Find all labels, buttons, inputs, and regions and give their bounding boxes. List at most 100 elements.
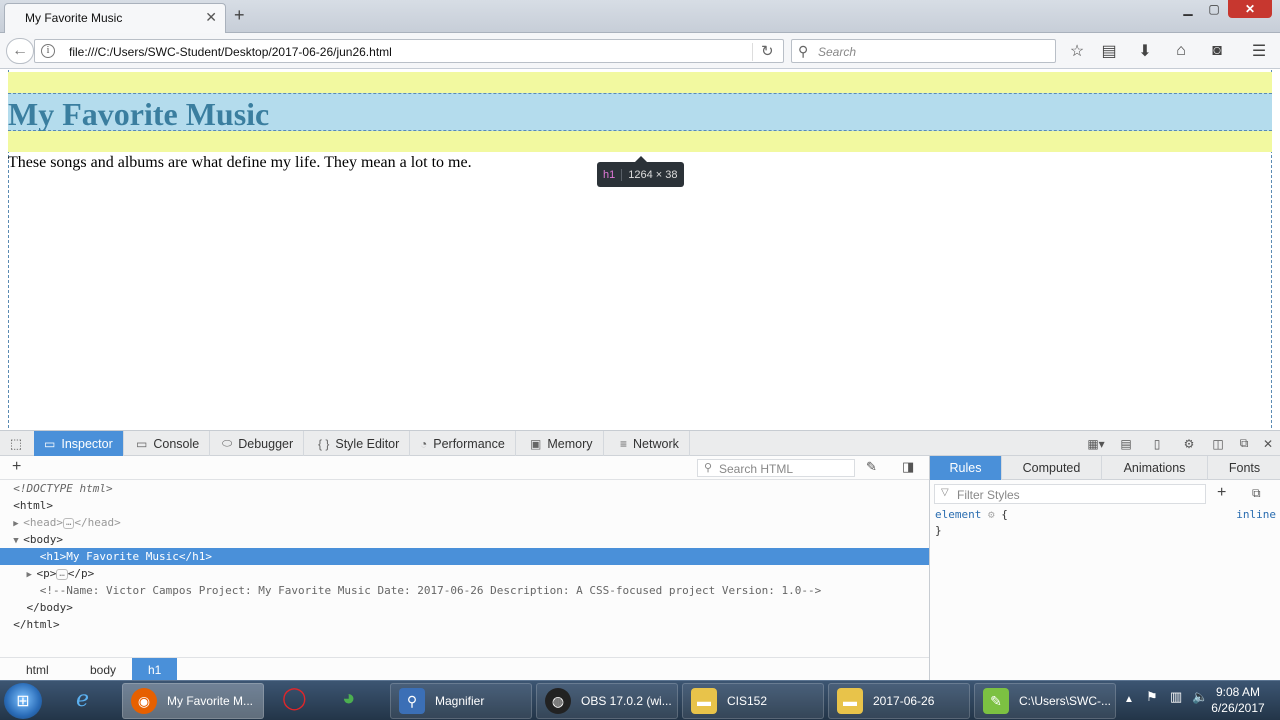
rule-source-link[interactable]: inline xyxy=(1236,508,1276,521)
tab-memory[interactable]: ▣ Memory xyxy=(520,431,604,456)
ellipsis-icon[interactable]: … xyxy=(56,569,68,580)
close-devtools-icon[interactable]: ✕ xyxy=(1256,431,1280,456)
markup-p[interactable]: ▶ <p>… </p> xyxy=(0,565,929,582)
rule-gear-icon[interactable]: ⚙ xyxy=(988,508,995,521)
network-tray-icon[interactable]: ▥ xyxy=(1170,689,1182,705)
reading-list-icon[interactable]: ▤ xyxy=(1096,39,1122,63)
taskbar-button-notepadpp[interactable]: ✎ C:\Users\SWC-... xyxy=(974,683,1116,719)
tab-debugger[interactable]: ⬭ Debugger xyxy=(212,431,305,456)
undock-icon[interactable]: ⧉ xyxy=(1232,431,1256,456)
performance-icon: ◔ xyxy=(420,436,428,451)
toggle-pseudo-classes-icon[interactable]: ⧉ xyxy=(1252,486,1261,501)
markup-body-open[interactable]: ▼ <body> xyxy=(0,531,929,548)
head-tag: <head> xyxy=(23,516,63,529)
add-rule-icon[interactable]: + xyxy=(1217,484,1226,502)
split-console-icon[interactable]: ▦▾ xyxy=(1084,431,1108,456)
internet-explorer-icon[interactable]: ℯ xyxy=(76,686,89,712)
tab-console[interactable]: ▭ Console xyxy=(126,431,211,456)
tab-style-editor[interactable]: { } Style Editor xyxy=(308,431,411,456)
tab-label: Debugger xyxy=(238,436,294,451)
chrome-icon[interactable]: ◕ xyxy=(342,685,355,711)
markup-html-open[interactable]: <html> xyxy=(0,497,929,514)
breadcrumb-body[interactable]: body xyxy=(74,658,132,682)
eyedropper-icon[interactable]: ✎ xyxy=(866,459,877,475)
h1-margin-bottom-highlight xyxy=(8,131,1272,152)
markup-h1-selected[interactable]: <h1>My Favorite Music</h1> xyxy=(0,548,929,565)
rule-open-brace: { xyxy=(1001,508,1008,521)
search-input[interactable]: ⚲ Search xyxy=(791,39,1056,63)
search-placeholder: Search xyxy=(818,45,857,59)
obs-icon: ◍ xyxy=(545,688,571,714)
html-close-tag: </html> xyxy=(13,618,60,631)
markup-html-close[interactable]: </html> xyxy=(0,616,929,633)
taskbar-button-firefox[interactable]: ◉ My Favorite M... xyxy=(122,683,264,719)
ellipsis-icon[interactable]: … xyxy=(63,518,75,529)
tab-performance[interactable]: ◔ Performance xyxy=(410,431,516,456)
rule-close-brace: } xyxy=(935,524,942,537)
menu-icon[interactable]: ☰ xyxy=(1246,39,1272,63)
tooltip-tag: h1 xyxy=(603,168,623,181)
taskbar: ⊞ ℯ ◉ My Favorite M... ◯ ◕ ⚲ Magnifier ◍… xyxy=(0,680,1280,720)
bookmark-star-icon[interactable]: ☆ xyxy=(1064,39,1090,63)
tab-computed[interactable]: Computed xyxy=(1002,456,1102,480)
markup-body-close[interactable]: </body> xyxy=(0,599,929,616)
info-icon[interactable]: i xyxy=(41,44,55,58)
responsive-design-icon[interactable]: ▯ xyxy=(1145,431,1169,456)
h1-tag: <h1>My Favorite Music</h1> xyxy=(39,550,212,563)
pocket-icon[interactable]: ◙ xyxy=(1204,39,1230,63)
new-tab-icon[interactable]: + xyxy=(234,5,245,26)
taskbar-label: OBS 17.0.2 (wi... xyxy=(581,694,672,708)
element-info-tooltip: h1 1264 × 38 xyxy=(597,156,684,187)
markup-head[interactable]: ▶ <head>… </head> xyxy=(0,514,929,531)
breadcrumb-h1[interactable]: h1 xyxy=(132,658,178,682)
settings-gear-icon[interactable]: ⚙ xyxy=(1177,431,1201,456)
tab-fonts[interactable]: Fonts xyxy=(1208,456,1280,480)
search-html-input[interactable]: ⚲ Search HTML xyxy=(697,459,855,477)
rule-selector[interactable]: element xyxy=(935,508,981,521)
taskbar-button-folder-2017-06-26[interactable]: ▬ 2017-06-26 xyxy=(828,683,970,719)
breadcrumb-html[interactable]: html xyxy=(10,658,65,682)
markup-doctype[interactable]: <!DOCTYPE html> xyxy=(0,480,929,497)
element-picker-icon[interactable]: ⬚ xyxy=(0,431,32,456)
close-tab-icon[interactable]: ✕ xyxy=(205,9,217,26)
start-button[interactable]: ⊞ xyxy=(4,683,42,719)
tab-animations[interactable]: Animations xyxy=(1102,456,1208,480)
system-clock[interactable]: 9:08 AM 6/26/2017 xyxy=(1200,684,1276,716)
dock-side-icon[interactable]: ◫ xyxy=(1206,431,1230,456)
taskbar-button-magnifier[interactable]: ⚲ Magnifier xyxy=(390,683,532,719)
maximize-window-button[interactable]: ▢ xyxy=(1202,0,1226,18)
toggle-sidebar-icon[interactable]: ◨ xyxy=(902,459,914,475)
downloads-icon[interactable]: ⬇ xyxy=(1132,39,1158,63)
taskbar-label: Magnifier xyxy=(435,694,485,708)
tab-rules[interactable]: Rules xyxy=(930,456,1002,480)
url-bar[interactable]: i file:///C:/Users/SWC-Student/Desktop/2… xyxy=(34,39,784,63)
debugger-icon: ⬭ xyxy=(222,436,233,450)
url-text[interactable]: file:///C:/Users/SWC-Student/Desktop/201… xyxy=(69,45,392,59)
back-arrow-icon[interactable]: ← xyxy=(6,38,34,64)
taskbar-button-cis152[interactable]: ▬ CIS152 xyxy=(682,683,824,719)
action-center-flag-icon[interactable]: ⚑ xyxy=(1146,689,1158,705)
tab-network[interactable]: ≡ Network xyxy=(610,431,690,456)
scratchpad-icon[interactable]: ▤ xyxy=(1114,431,1138,456)
markup-view: <!DOCTYPE html> <html> ▶ <head>… </head> ▼… xyxy=(0,480,929,660)
markup-comment[interactable]: <!--Name: Victor Campos Project: My Favo… xyxy=(0,582,929,599)
taskbar-label: CIS152 xyxy=(727,694,768,708)
add-node-icon[interactable]: + xyxy=(12,458,21,476)
browser-tab-title: My Favorite Music xyxy=(25,11,123,25)
browser-tab[interactable]: My Favorite Music ✕ xyxy=(4,3,226,33)
console-icon: ▭ xyxy=(136,436,148,451)
taskbar-button-obs[interactable]: ◍ OBS 17.0.2 (wi... xyxy=(536,683,678,719)
show-hidden-icons-arrow-icon[interactable]: ▲ xyxy=(1124,694,1134,705)
html-tag: <html> xyxy=(13,499,53,512)
page-content: My Favorite Music These songs and albums… xyxy=(0,70,1280,428)
filter-styles-input[interactable]: ▽ Filter Styles xyxy=(934,484,1206,504)
opera-icon[interactable]: ◯ xyxy=(282,685,307,711)
minimize-window-button[interactable]: ▁ xyxy=(1176,0,1200,18)
reload-icon[interactable]: ↻ xyxy=(761,42,774,60)
close-window-button[interactable]: ✕ xyxy=(1228,0,1272,18)
tab-label: Memory xyxy=(547,436,593,451)
navigation-bar: ← i file:///C:/Users/SWC-Student/Desktop… xyxy=(0,33,1280,69)
home-icon[interactable]: ⌂ xyxy=(1168,39,1194,63)
filter-icon: ▽ xyxy=(941,487,949,498)
tab-inspector[interactable]: ▭ Inspector xyxy=(34,431,124,456)
